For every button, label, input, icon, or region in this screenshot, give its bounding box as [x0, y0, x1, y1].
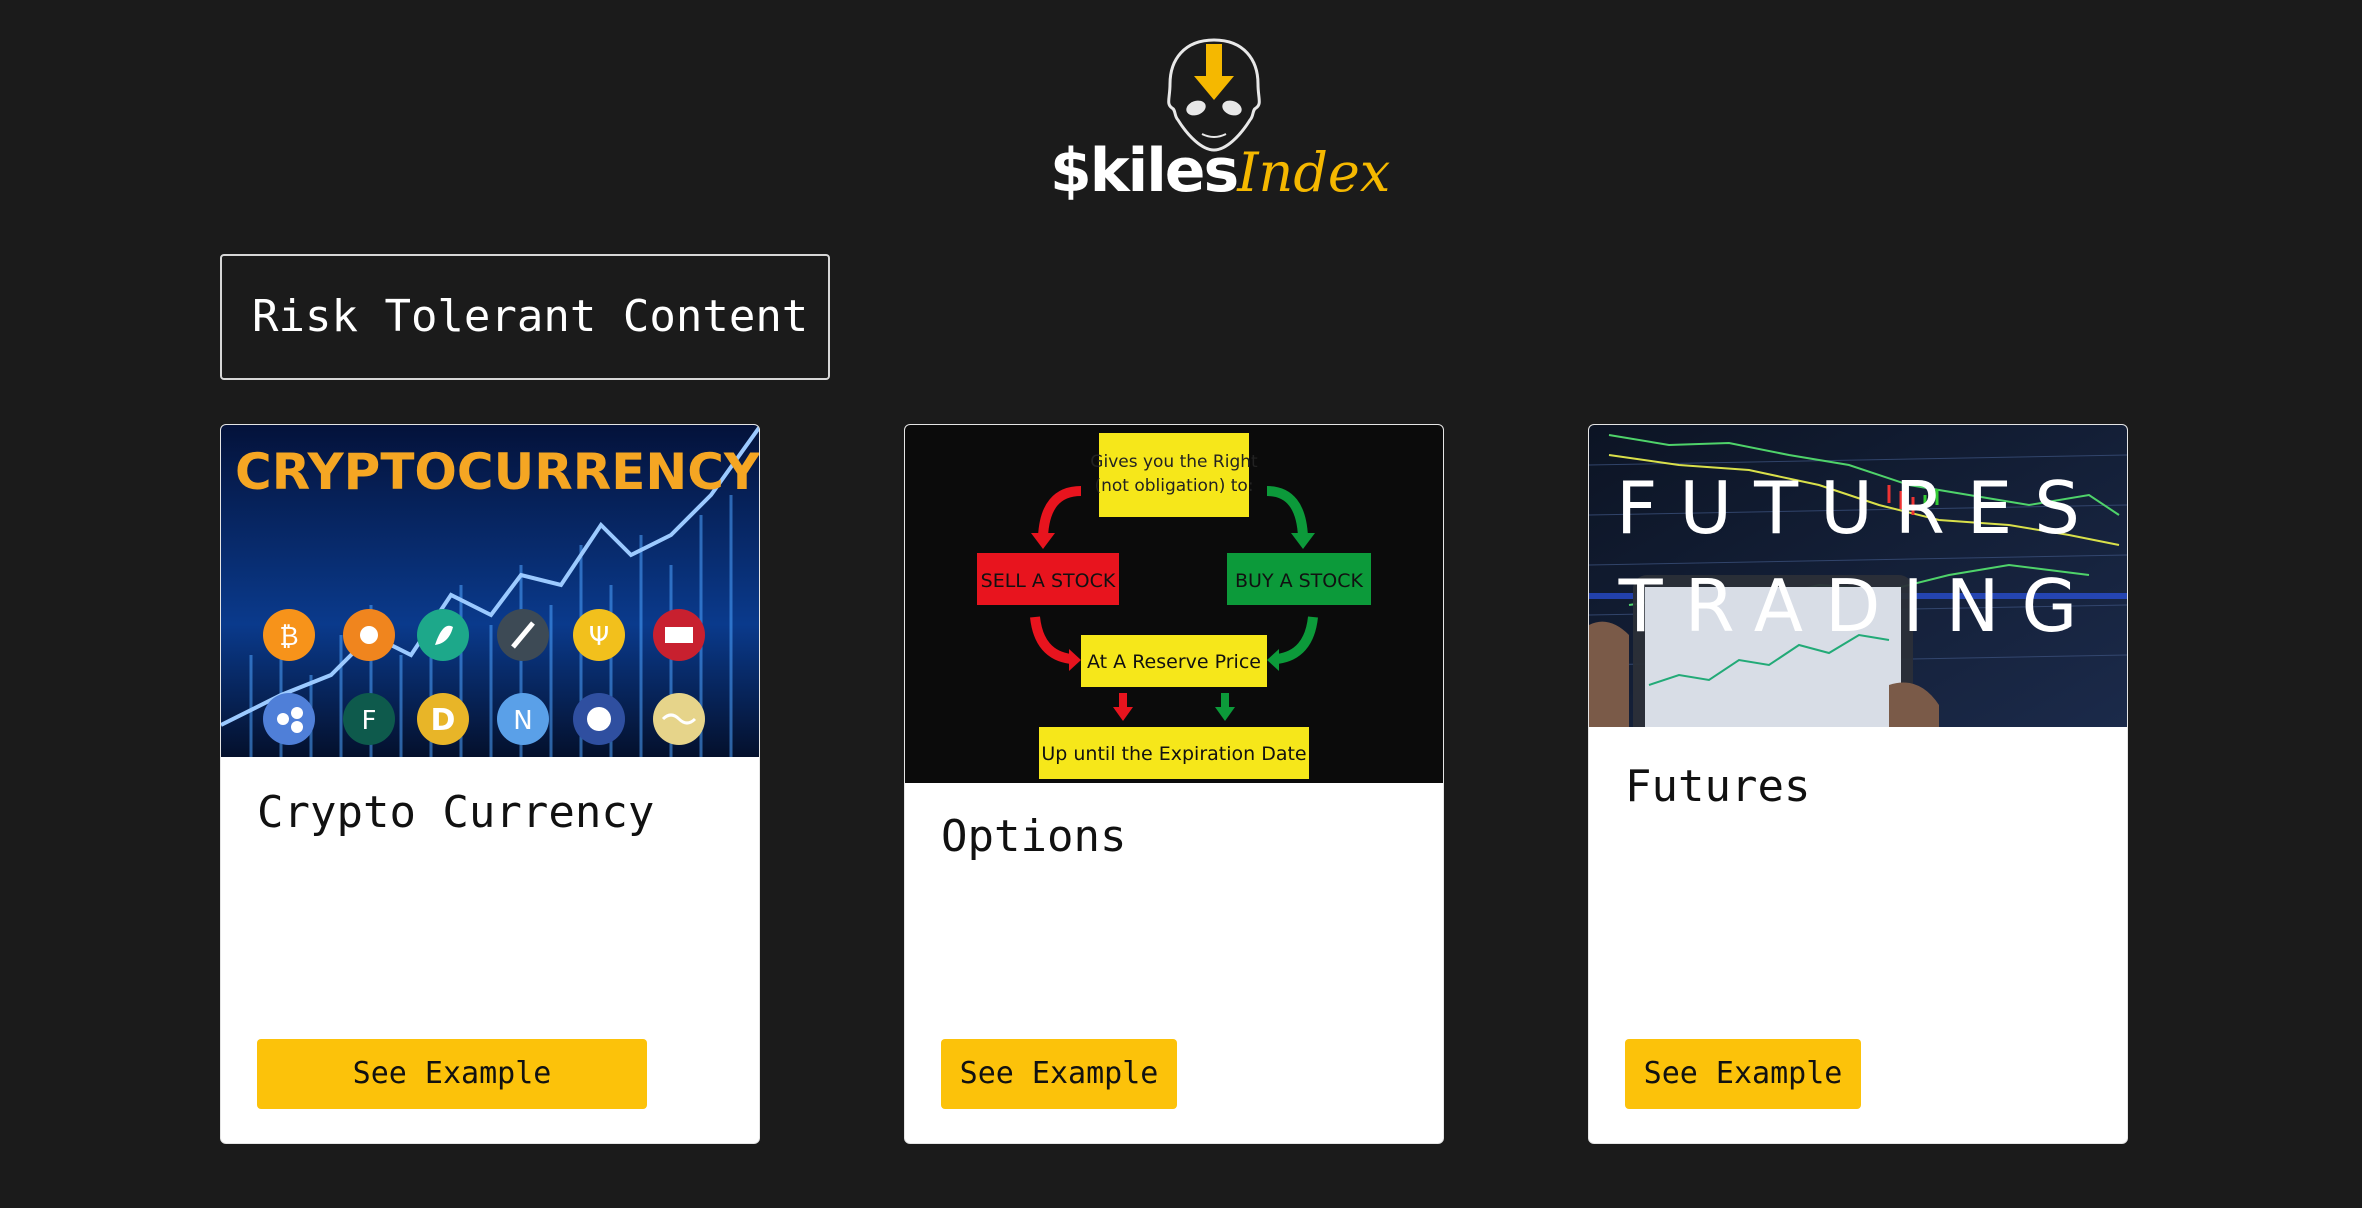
options-middle-text: At A Reserve Price	[1087, 651, 1261, 673]
section-heading: Risk Tolerant Content	[220, 254, 830, 380]
card-crypto-currency[interactable]: CRYPTOCURRENCY ₿ Ψ F D N Crypto Currency…	[220, 424, 760, 1144]
card-title: Futures	[1625, 761, 1811, 812]
options-bottom-text: Up until the Expiration Date	[1041, 743, 1306, 765]
svg-text:Ψ: Ψ	[589, 622, 609, 652]
options-right-text: BUY A STOCK	[1235, 570, 1364, 592]
futures-line-2: TRADING	[1618, 564, 2100, 648]
card-futures[interactable]: FUTURES TRADING Futures See Example	[1588, 424, 2128, 1144]
svg-text:N: N	[513, 706, 532, 736]
svg-text:D: D	[431, 703, 456, 738]
card-image-futures: FUTURES TRADING	[1589, 425, 2127, 727]
site-logo[interactable]: $kilesIndex	[1050, 36, 1390, 206]
futures-banner-illustration: FUTURES TRADING	[1589, 425, 2127, 727]
card-title: Options	[941, 811, 1127, 862]
crypto-banner-text: CRYPTOCURRENCY	[235, 443, 760, 501]
options-top-text-2: (not obligation) to:	[1094, 476, 1253, 496]
page: $kilesIndex Risk Tolerant Content CRYPTO…	[0, 0, 2362, 1208]
logo-brand-accent: Index	[1237, 141, 1391, 204]
card-title: Crypto Currency	[257, 787, 655, 838]
options-left-text: SELL A STOCK	[981, 570, 1116, 592]
futures-line-1: FUTURES	[1616, 466, 2102, 550]
see-example-button-crypto[interactable]: See Example	[257, 1039, 647, 1109]
card-options[interactable]: Gives you the Right (not obligation) to:…	[904, 424, 1444, 1144]
options-top-text-1: Gives you the Right	[1090, 452, 1258, 472]
crypto-banner-illustration: CRYPTOCURRENCY ₿ Ψ F D N	[221, 425, 760, 757]
options-diagram-illustration: Gives you the Right (not obligation) to:…	[905, 425, 1443, 783]
logo-wordmark: $kilesIndex	[1050, 136, 1390, 206]
card-image-crypto: CRYPTOCURRENCY ₿ Ψ F D N	[221, 425, 760, 757]
logo-brand-main: $kiles	[1050, 136, 1239, 206]
card-image-options: Gives you the Right (not obligation) to:…	[905, 425, 1443, 783]
svg-text:₿: ₿	[279, 622, 298, 652]
see-example-button-futures[interactable]: See Example	[1625, 1039, 1861, 1109]
see-example-button-options[interactable]: See Example	[941, 1039, 1177, 1109]
svg-text:F: F	[362, 706, 377, 736]
